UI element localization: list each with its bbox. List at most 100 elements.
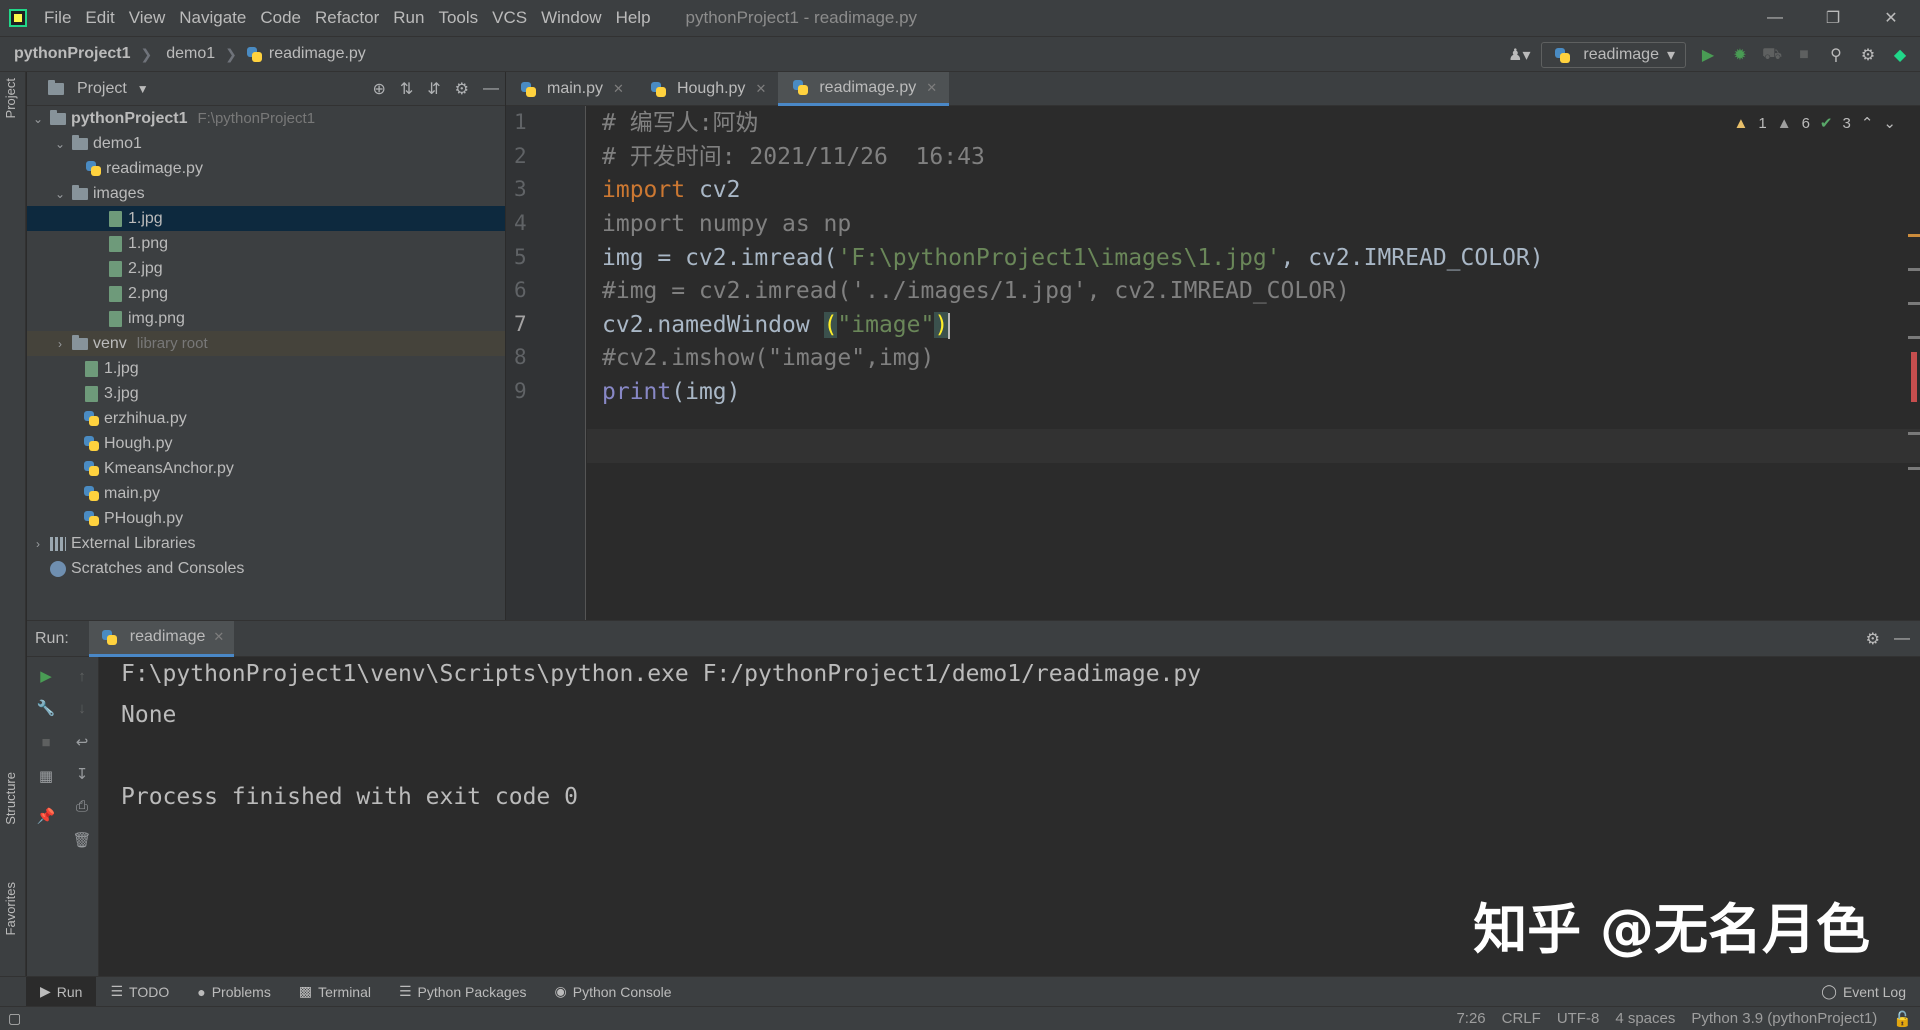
- scroll-marker[interactable]: [1908, 432, 1920, 435]
- menu-edit[interactable]: Edit: [78, 8, 121, 28]
- rerun-icon[interactable]: ▶: [37, 667, 55, 685]
- wrench-icon[interactable]: 🔧: [37, 699, 56, 717]
- tree-item-image-file[interactable]: 1.png: [27, 231, 505, 256]
- minimize-icon[interactable]: —: [1746, 0, 1804, 36]
- caret-position[interactable]: 7:26: [1448, 1010, 1493, 1027]
- toolwin-event-log[interactable]: ◯ Event Log: [1807, 977, 1920, 1007]
- tree-item-python-file[interactable]: erzhihua.py: [27, 406, 505, 431]
- inspection-widget[interactable]: ▲ 1 ▲ 6 ✔ 3 ⌃ ⌄: [1734, 114, 1896, 133]
- gear-icon[interactable]: ⚙: [1866, 629, 1880, 649]
- tree-item-venv[interactable]: › venv library root: [27, 331, 505, 356]
- tree-item-demo1[interactable]: ⌄ demo1: [27, 131, 505, 156]
- scroll-marker[interactable]: [1908, 336, 1920, 339]
- arrow-down-icon[interactable]: ↓: [73, 699, 91, 717]
- tree-item-python-file[interactable]: main.py: [27, 481, 505, 506]
- tree-item-project-root[interactable]: ⌄ pythonProject1 F:\pythonProject1: [27, 106, 505, 131]
- python-interpreter[interactable]: Python 3.9 (pythonProject1): [1683, 1010, 1885, 1027]
- tree-item-python-file[interactable]: KmeansAnchor.py: [27, 456, 505, 481]
- close-icon[interactable]: ✕: [755, 81, 766, 97]
- hide-icon[interactable]: —: [1894, 630, 1910, 648]
- scroll-marker[interactable]: [1908, 302, 1920, 305]
- layout-icon[interactable]: ▦: [37, 767, 55, 785]
- lock-icon[interactable]: 🔓: [1885, 1010, 1920, 1028]
- scroll-marker[interactable]: [1908, 268, 1920, 271]
- close-icon[interactable]: ✕: [613, 81, 624, 97]
- stop-icon[interactable]: ■: [1794, 45, 1814, 65]
- user-icon[interactable]: ♟▾: [1508, 45, 1530, 65]
- tab-hough[interactable]: Hough.py ✕: [636, 72, 778, 106]
- toolwin-python-console[interactable]: ◉ Python Console: [541, 977, 686, 1007]
- search-icon[interactable]: ⚲: [1826, 45, 1846, 65]
- file-encoding[interactable]: UTF-8: [1549, 1010, 1608, 1027]
- soft-wrap-icon[interactable]: ↩: [73, 733, 91, 751]
- line-separator[interactable]: CRLF: [1494, 1010, 1549, 1027]
- project-side-tab[interactable]: Project: [3, 78, 18, 118]
- tree-item-image-file[interactable]: 2.png: [27, 281, 505, 306]
- settings-icon[interactable]: ⚙: [1858, 45, 1878, 65]
- structure-side-tab[interactable]: Structure: [3, 772, 18, 825]
- project-panel-title[interactable]: Project: [77, 80, 127, 98]
- run-config-select[interactable]: readimage ▾: [1541, 42, 1686, 68]
- tab-main[interactable]: main.py ✕: [506, 72, 636, 106]
- chevron-up-icon[interactable]: ⌃: [1861, 114, 1874, 132]
- menu-refactor[interactable]: Refactor: [308, 8, 386, 28]
- tree-item-image-file[interactable]: img.png: [27, 306, 505, 331]
- pin-icon[interactable]: 📌: [37, 807, 56, 825]
- tree-item-external-libraries[interactable]: › External Libraries: [27, 531, 505, 556]
- breadcrumb-project[interactable]: pythonProject1: [0, 45, 130, 63]
- close-icon[interactable]: ✕: [213, 629, 224, 645]
- menu-view[interactable]: View: [122, 8, 173, 28]
- locate-icon[interactable]: ⊕: [372, 79, 385, 99]
- arrow-up-icon[interactable]: ↑: [73, 667, 91, 685]
- tree-item-image-file[interactable]: 1.jpg: [27, 206, 505, 231]
- collapse-all-icon[interactable]: ⇵: [427, 79, 440, 99]
- indent-setting[interactable]: 4 spaces: [1607, 1010, 1683, 1027]
- gear-icon[interactable]: ⚙: [455, 79, 469, 99]
- menu-file[interactable]: File: [37, 8, 78, 28]
- scroll-marker[interactable]: [1911, 352, 1917, 402]
- jetbrains-icon[interactable]: ◆: [1890, 45, 1910, 65]
- favorites-side-tab[interactable]: Favorites: [3, 882, 18, 935]
- scroll-marker[interactable]: [1908, 234, 1920, 237]
- tree-item-image-file[interactable]: 1.jpg: [27, 356, 505, 381]
- tree-item-python-file[interactable]: Hough.py: [27, 431, 505, 456]
- toolwin-todo[interactable]: ☰ TODO: [96, 977, 183, 1007]
- menu-tools[interactable]: Tools: [431, 8, 485, 28]
- menu-vcs[interactable]: VCS: [485, 8, 534, 28]
- tree-item-scratches[interactable]: Scratches and Consoles: [27, 556, 505, 581]
- tree-item-python-file[interactable]: PHough.py: [27, 506, 505, 531]
- debug-icon[interactable]: ✹: [1730, 45, 1750, 65]
- coverage-icon[interactable]: ⛟: [1762, 45, 1782, 65]
- run-icon[interactable]: ▶: [1698, 45, 1718, 65]
- chevron-down-icon[interactable]: ▼: [137, 82, 149, 96]
- tree-item-image-file[interactable]: 3.jpg: [27, 381, 505, 406]
- tree-item-image-file[interactable]: 2.jpg: [27, 256, 505, 281]
- restore-icon[interactable]: ❐: [1804, 0, 1862, 36]
- toolwin-run[interactable]: ▶ Run: [26, 976, 97, 1007]
- menu-code[interactable]: Code: [253, 8, 308, 28]
- chevron-down-icon[interactable]: ⌄: [1883, 114, 1896, 132]
- scroll-marker[interactable]: [1908, 467, 1920, 470]
- layout-toggle-icon[interactable]: ▢: [8, 1010, 21, 1027]
- run-tab-readimage[interactable]: readimage ✕: [88, 620, 235, 657]
- toolwin-problems[interactable]: ● Problems: [183, 977, 285, 1007]
- hide-icon[interactable]: —: [483, 80, 499, 98]
- scroll-to-end-icon[interactable]: ↧: [73, 765, 91, 783]
- tree-item-readimage[interactable]: readimage.py: [27, 156, 505, 181]
- tab-readimage[interactable]: readimage.py ✕: [778, 72, 950, 106]
- menu-navigate[interactable]: Navigate: [172, 8, 253, 28]
- menu-help[interactable]: Help: [609, 8, 658, 28]
- tree-item-images[interactable]: ⌄ images: [27, 181, 505, 206]
- print-icon[interactable]: ⎙: [73, 797, 91, 815]
- expand-all-icon[interactable]: ⇅: [400, 79, 413, 99]
- menu-run[interactable]: Run: [386, 8, 431, 28]
- close-icon[interactable]: ✕: [1862, 0, 1920, 36]
- breadcrumb-folder[interactable]: demo1: [152, 45, 215, 63]
- toolwin-terminal[interactable]: ▩ Terminal: [285, 977, 385, 1007]
- close-icon[interactable]: ✕: [926, 80, 937, 96]
- breadcrumb-file[interactable]: readimage.py: [267, 45, 366, 63]
- trash-icon[interactable]: 🗑: [72, 831, 91, 849]
- toolwin-python-packages[interactable]: ☰ Python Packages: [385, 977, 541, 1007]
- menu-window[interactable]: Window: [534, 8, 608, 28]
- stop-icon[interactable]: ■: [37, 733, 55, 751]
